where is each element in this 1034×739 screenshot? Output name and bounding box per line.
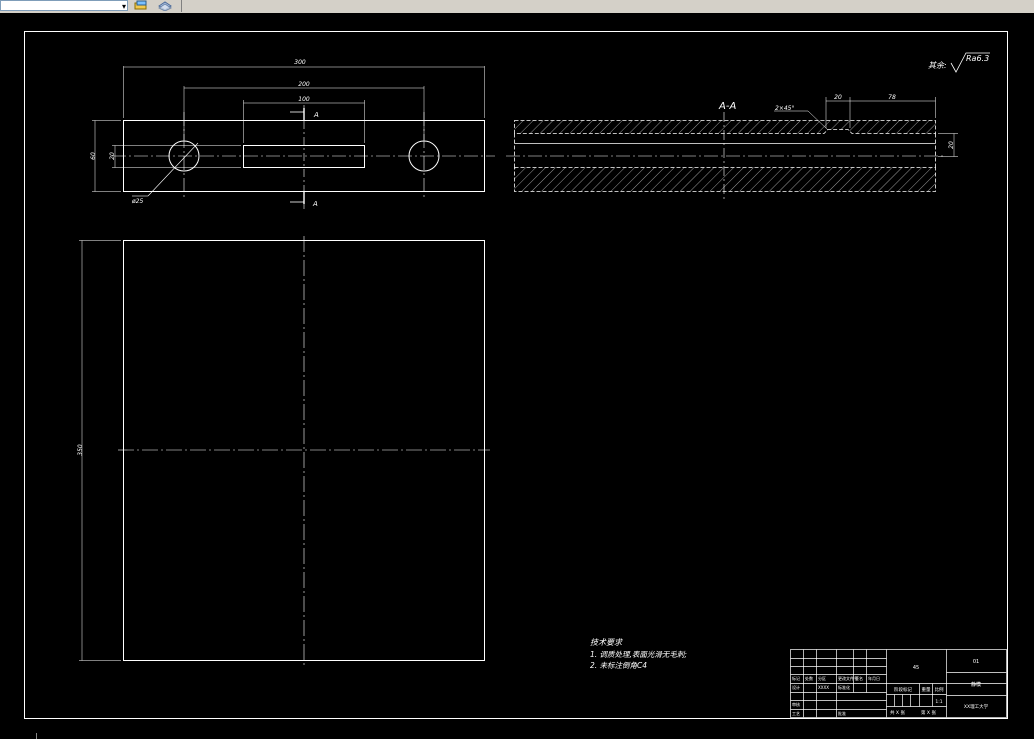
- section-dim-left: 20: [834, 94, 842, 101]
- tech-req-title: 技术要求: [590, 638, 623, 647]
- plan-dim-height: 350: [77, 444, 84, 456]
- front-view-dims: 300 200 100 60 20 ø25 A A 350: [77, 59, 319, 456]
- chamfer-label: 2×45°: [775, 105, 794, 112]
- approve: 批准: [838, 710, 846, 716]
- section-mark-top: A: [313, 111, 319, 119]
- scale-label: 比例: [935, 686, 944, 693]
- dim-slot-length: 100: [298, 96, 310, 103]
- section-dim-thickness: 20: [948, 141, 955, 149]
- sheet-no: 第 X 张: [921, 709, 936, 716]
- roughness-prefix: 其余:: [928, 61, 947, 70]
- col-label: 处数: [805, 675, 813, 681]
- toolbar-separator: [181, 0, 182, 12]
- chevron-down-icon[interactable]: ▾: [122, 2, 126, 11]
- col-label: 分区: [818, 675, 826, 681]
- row-label: 设计: [792, 684, 800, 690]
- title-block-text: 45 01 静模 XX理工大学 阶段标记 重量 比例 1:1 共 X 张 第 X…: [792, 659, 989, 716]
- drawing-no: 01: [973, 659, 979, 665]
- layer-combo[interactable]: ▾: [0, 0, 128, 11]
- col-label: 年月日: [868, 675, 880, 681]
- drawing-canvas[interactable]: 300 200 100 60 20 ø25 A A 350 A-A 2×45° …: [0, 13, 1034, 733]
- tech-req-item: 1. 调质处理,表面光滑无毛刺;: [590, 650, 687, 659]
- dim-hole-spacing: 200: [298, 81, 310, 88]
- designer: XXXX: [818, 685, 829, 690]
- plan-view: [79, 236, 490, 665]
- sheet-border: [24, 31, 1008, 719]
- section-view: [506, 97, 958, 200]
- company: XX理工大学: [964, 703, 989, 710]
- sheet-total: 共 X 张: [890, 709, 905, 716]
- toolbar: ▾: [0, 0, 1034, 14]
- dim-height: 60: [90, 152, 97, 160]
- row-label: 审核: [792, 701, 800, 707]
- part-name: 静模: [971, 681, 981, 688]
- tech-req-item: 2. 未标注倒角C4: [590, 661, 647, 670]
- row-label: 标记: [792, 675, 800, 681]
- status-bar-divider: [36, 733, 37, 739]
- dim-overall-width: 300: [294, 59, 306, 66]
- status-bar: [0, 733, 1034, 739]
- hole-label: ø25: [131, 198, 143, 205]
- weight-label: 重量: [922, 686, 931, 693]
- section-dim-right: 78: [888, 94, 896, 101]
- stage-label: 阶段标记: [894, 686, 912, 693]
- row-label: 工艺: [792, 711, 800, 716]
- section-title: A-A: [718, 101, 736, 112]
- technical-requirements: 技术要求 1. 调质处理,表面光滑无毛刺; 2. 未标注倒角C4: [590, 638, 687, 670]
- layer-props-icon[interactable]: [134, 0, 148, 11]
- standardization: 标准化: [838, 684, 850, 690]
- roughness-value: Ra6.3: [966, 54, 989, 63]
- front-view: [92, 66, 495, 210]
- section-mark-bottom: A: [312, 200, 318, 208]
- material: 45: [913, 665, 919, 671]
- dim-slot-height: 20: [109, 152, 116, 160]
- scale-value: 1:1: [935, 699, 942, 705]
- layer-state-icon[interactable]: [157, 0, 173, 11]
- col-label: 签名: [855, 675, 863, 681]
